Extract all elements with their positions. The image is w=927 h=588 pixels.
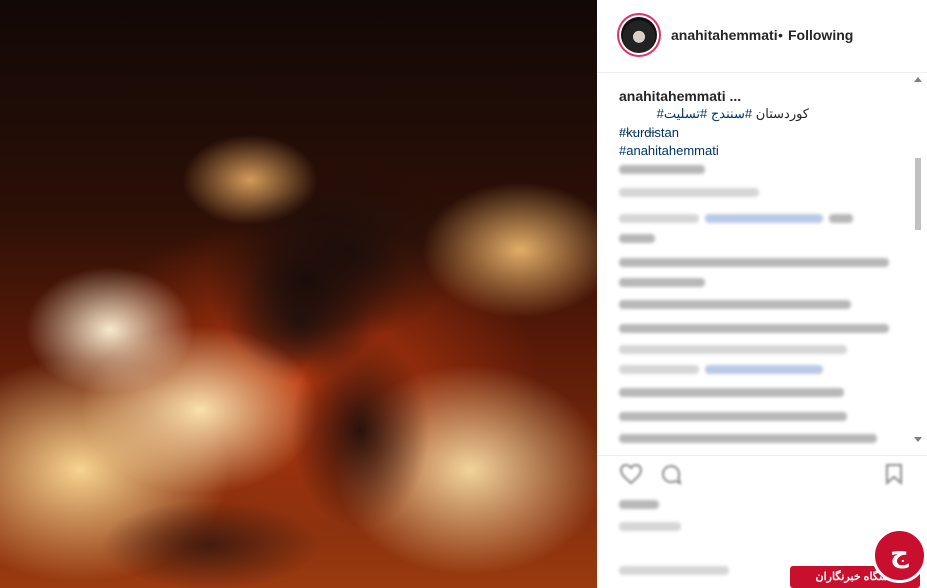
smoke-shape xyxy=(100,500,320,588)
header-separator: • xyxy=(778,27,783,43)
blurred-comment-user xyxy=(619,365,699,374)
blurred-likes-count xyxy=(619,500,659,509)
blurred-timestamp xyxy=(619,522,681,531)
caption-hashtag[interactable]: #تسلیت# xyxy=(657,106,708,121)
blurred-comment-meta xyxy=(619,345,847,354)
arrow-up-icon[interactable] xyxy=(914,77,922,82)
blurred-mention xyxy=(705,365,823,374)
follow-button[interactable]: Following xyxy=(788,27,853,43)
comments-list[interactable]: anahitahemmati ... کوردستان #سنندج #تسلی… xyxy=(597,73,927,453)
blurred-comment xyxy=(619,324,889,333)
blurred-comment xyxy=(829,214,853,223)
post-side-panel: anahitahemmati • Following anahitahemmat… xyxy=(597,0,927,588)
caption-hashtag[interactable]: #سنندج xyxy=(711,106,752,121)
hashtag-anahitahemmati[interactable]: #anahitahemmati xyxy=(619,142,719,160)
smoke-shape xyxy=(290,330,430,530)
avatar-image xyxy=(621,17,657,53)
scroll-thumb[interactable] xyxy=(915,158,921,230)
blurred-mention xyxy=(705,214,823,223)
heart-icon[interactable] xyxy=(619,462,643,486)
blurred-comment-user xyxy=(619,214,699,223)
arrow-down-icon[interactable] xyxy=(914,437,922,442)
blurred-comment xyxy=(619,234,655,243)
caption-word: کوردستان xyxy=(755,106,809,121)
avatar[interactable] xyxy=(617,13,661,57)
author-username[interactable]: anahitahemmati xyxy=(671,27,778,43)
blurred-add-comment-placeholder[interactable] xyxy=(619,566,729,575)
hashtag-kurdistan[interactable]: #kurdistan xyxy=(619,124,679,142)
post-media-video[interactable] xyxy=(0,0,597,588)
bookmark-icon[interactable] xyxy=(882,462,906,486)
blurred-comment xyxy=(619,388,844,397)
blurred-comment xyxy=(619,412,847,421)
blurred-comment xyxy=(619,300,851,309)
blurred-comment xyxy=(619,165,705,174)
blurred-comment xyxy=(619,434,877,443)
blurred-comment xyxy=(619,278,705,287)
caption-username[interactable]: anahitahemmati ... xyxy=(619,88,741,104)
blurred-comment xyxy=(619,258,889,267)
watermark: باشگاه خبرنگاران ج xyxy=(790,528,927,588)
blurred-comment-meta xyxy=(619,188,759,197)
comments-scrollbar[interactable] xyxy=(911,73,924,453)
comment-icon[interactable] xyxy=(659,462,683,486)
post-header: anahitahemmati • Following xyxy=(597,0,927,73)
watermark-logo: ج xyxy=(872,528,927,583)
